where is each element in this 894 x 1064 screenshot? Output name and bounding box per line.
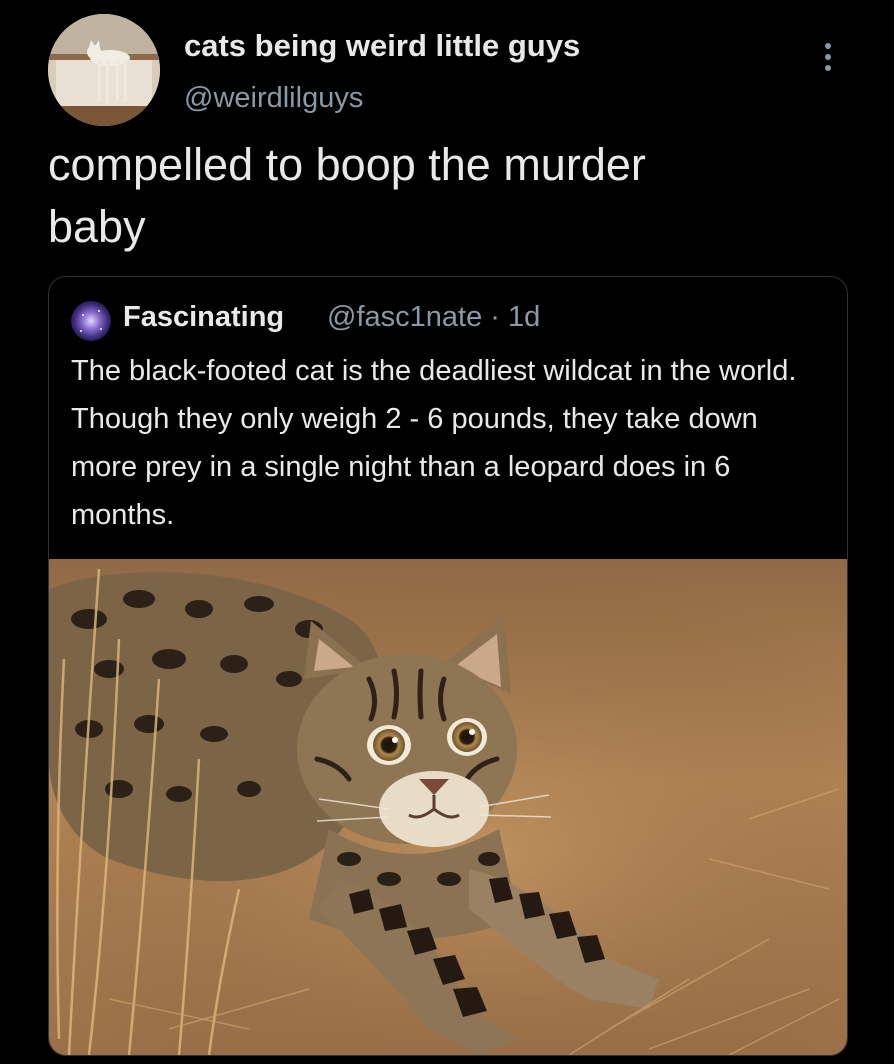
quoted-handle[interactable]: @fasc1nate: [327, 301, 482, 333]
tweet-header: cats being weird little guys @weirdlilgu…: [48, 14, 848, 126]
black-footed-cat-photo[interactable]: [49, 559, 847, 1055]
user-handle[interactable]: @weirdlilguys: [184, 82, 363, 115]
avatar[interactable]: [48, 14, 160, 126]
quoted-meta: @fasc1nate · 1d: [327, 301, 540, 334]
meta-separator: ·: [490, 301, 500, 333]
quoted-tweet-text: The black-footed cat is the deadliest wi…: [71, 355, 797, 531]
cat-photo-avatar: [48, 14, 160, 126]
quoted-tweet[interactable]: Fascinating @fasc1nate · 1d The black-fo…: [48, 276, 848, 1056]
galaxy-avatar[interactable]: [71, 301, 111, 341]
tweet-text: compelled to boop the murder baby: [48, 139, 646, 252]
display-name[interactable]: cats being weird little guys: [184, 28, 580, 64]
tweet: cats being weird little guys @weirdlilgu…: [0, 0, 894, 1064]
more-vertical-icon[interactable]: [808, 32, 848, 82]
quoted-display-name[interactable]: Fascinating: [123, 301, 284, 334]
quoted-timestamp[interactable]: 1d: [508, 301, 540, 333]
